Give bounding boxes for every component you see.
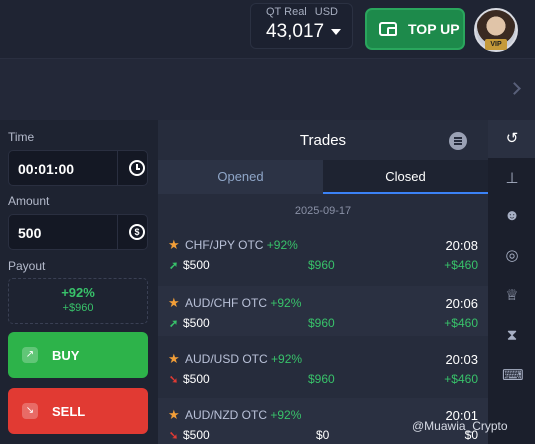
chevron-down-icon [331,29,341,35]
trade-payout: $960 [308,258,335,272]
arrow-down-icon: ➘ [169,430,179,442]
trades-date: 2025-09-17 [294,205,352,217]
time-value: 00:01:00 [18,161,75,177]
payout-percent: +92% [61,285,95,300]
trade-payout: $0 [316,428,330,442]
time-field[interactable]: 00:01:00 [8,150,148,186]
chevron-right-icon[interactable] [508,82,521,95]
trade-profit: +$460 [444,258,478,272]
account-currency: USD [314,6,338,18]
hourglass-icon[interactable]: ⧗ [502,326,522,346]
trade-stake: $500 [183,428,210,442]
dollar-icon[interactable]: $ [129,224,145,240]
trade-stake: $500 [183,258,210,272]
history-icon[interactable]: ↺ [502,129,522,149]
top-bar: QT Real USD 43,017 TOP UP VIP [0,0,535,58]
top-up-label: TOP UP [408,21,460,37]
trade-pair: AUD/USD OTC [185,352,268,366]
arrow-down-right-icon: ↘ [22,403,38,419]
arrow-up-right-icon: ↗ [22,347,38,363]
trade-row[interactable]: ★ CHF/JPY OTC +92% 20:08 ➚ $500 $960 +$4… [158,228,488,278]
star-icon[interactable]: ★ [168,351,180,367]
arrow-up-icon: ➚ [169,260,179,272]
time-label: Time [8,130,35,144]
field-divider [117,151,118,185]
trade-payout: $960 [308,372,335,386]
trade-stake: $500 [183,372,210,386]
amount-field[interactable]: 500 $ [8,214,148,250]
vip-badge: VIP [485,39,507,50]
wallet-icon [379,22,397,36]
account-balance-selector[interactable]: QT Real USD 43,017 [250,3,353,49]
trade-time: 20:08 [445,238,478,253]
trade-time: 20:03 [445,352,478,367]
sell-label: SELL [52,403,86,419]
trade-payout: $960 [308,316,335,330]
trade-profit: +$460 [444,316,478,330]
buy-button[interactable]: ↗ BUY [8,332,148,378]
top-up-button[interactable]: TOP UP [365,8,465,50]
payout-label: Payout [8,259,46,273]
tab-closed[interactable]: Closed [323,160,488,194]
signals-icon[interactable]: ⊥ [502,169,522,189]
trades-tabs: Opened Closed [158,160,488,194]
payout-box: +92% +$960 [8,278,148,324]
trade-time: 20:06 [445,296,478,311]
trade-percent: +92% [271,352,303,366]
target-icon[interactable]: ◎ [502,246,522,266]
social-trading-icon[interactable]: ☻ [502,206,522,226]
trade-pair: AUD/CHF OTC [185,296,267,310]
trade-percent: +92% [270,296,302,310]
watermark: @Muawia_Crypto [412,419,508,433]
trade-row[interactable]: ★ AUD/CHF OTC +92% 20:06 ➚ $500 $960 +$4… [158,286,488,336]
tab-opened[interactable]: Opened [158,160,323,194]
trade-pair: CHF/JPY OTC [185,238,264,252]
trade-percent: +92% [270,408,302,422]
arrow-up-icon: ➚ [169,318,179,330]
field-divider [117,215,118,249]
sell-button[interactable]: ↘ SELL [8,388,148,434]
trade-percent: +92% [266,238,298,252]
star-icon[interactable]: ★ [168,295,180,311]
trade-profit: +$460 [444,372,478,386]
amount-value: 500 [18,225,42,241]
account-type: QT Real [266,6,307,18]
trade-row[interactable]: ★ AUD/USD OTC +92% 20:03 ➘ $500 $960 +$4… [158,342,488,392]
keyboard-icon[interactable]: ⌨ [502,366,524,386]
trade-pair: AUD/NZD OTC [185,408,267,422]
payout-amount: +$960 [62,302,94,314]
amount-label: Amount [8,194,50,208]
clock-icon[interactable] [129,160,145,176]
trades-title: Trades [299,132,347,149]
right-sidebar: ↺ ⊥ ☻ ◎ ♕ ⧗ ⌨ [488,120,535,444]
list-icon[interactable] [449,132,467,150]
balance-amount: 43,017 [266,21,325,42]
chart-strip [0,58,535,120]
trades-panel: Trades Opened Closed 2025-09-17 ★ CHF/JP… [158,120,488,444]
buy-label: BUY [52,347,80,363]
trade-controls: Time 00:01:00 Amount 500 $ Payout +92% +… [0,120,158,444]
trophy-icon[interactable]: ♕ [502,286,522,306]
star-icon[interactable]: ★ [168,237,180,253]
arrow-down-icon: ➘ [169,374,179,386]
star-icon[interactable]: ★ [168,407,180,423]
trade-stake: $500 [183,316,210,330]
